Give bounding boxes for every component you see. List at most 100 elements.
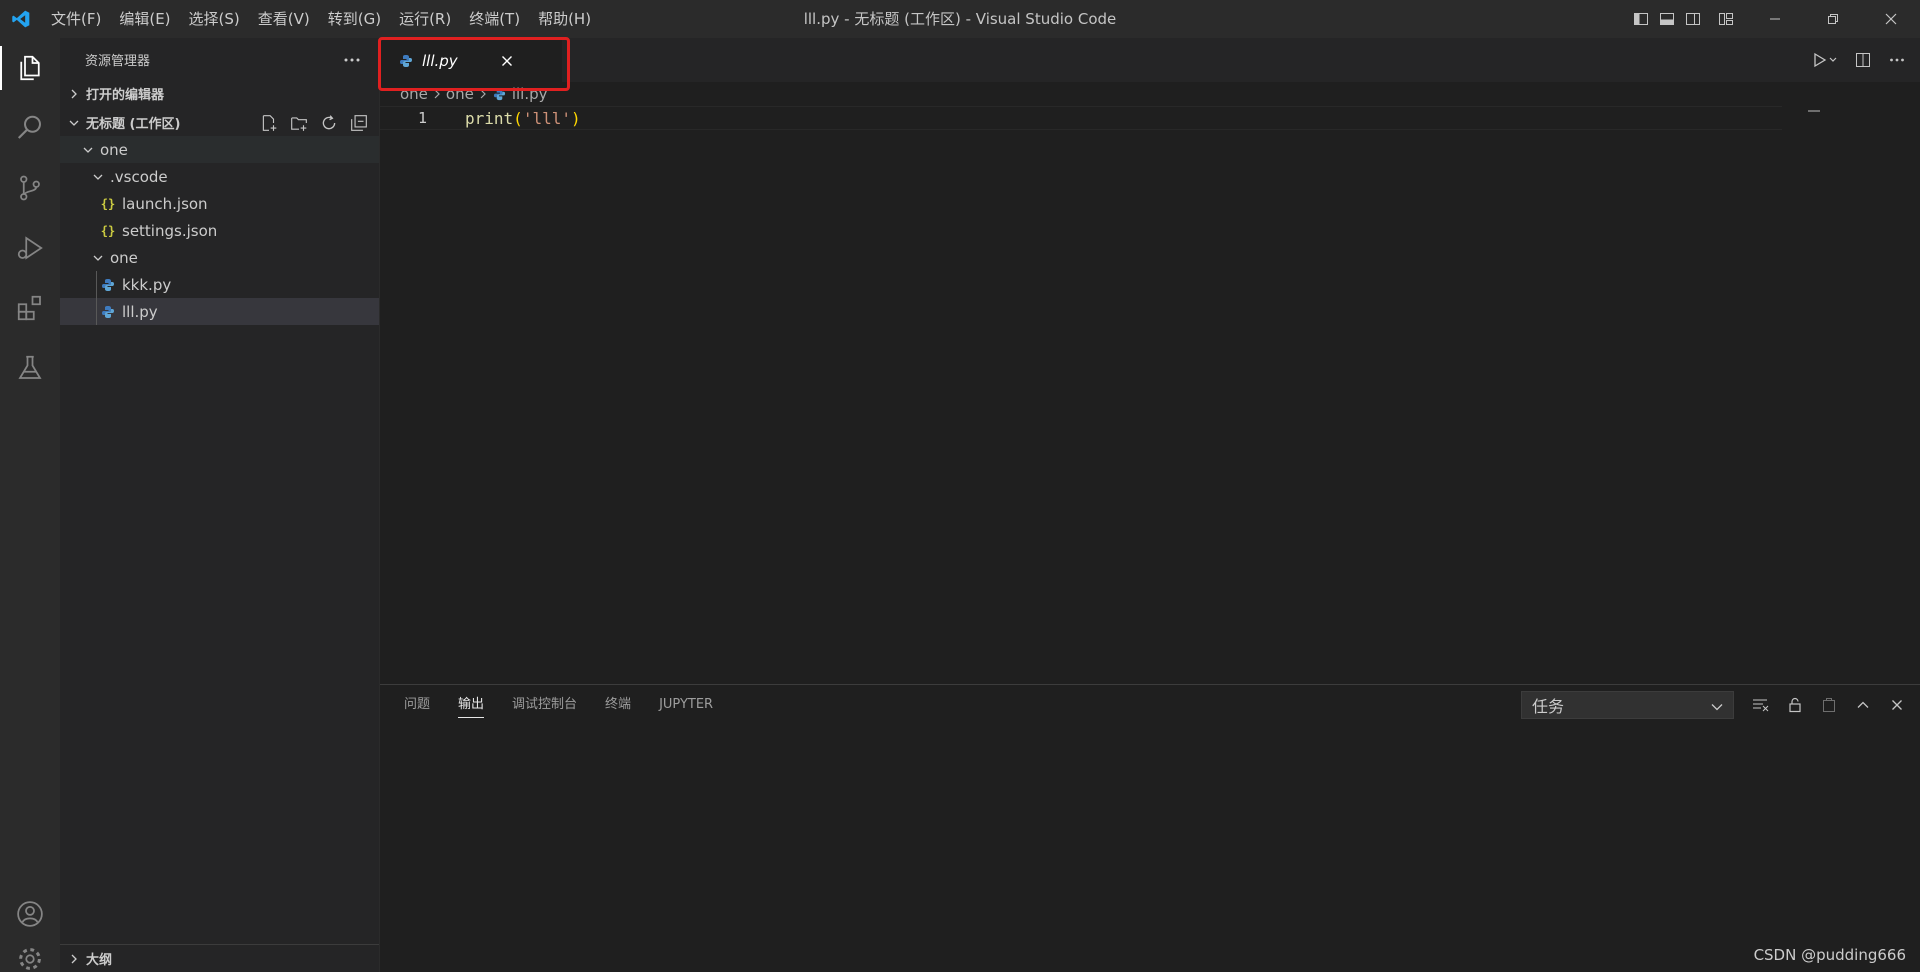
tab-bar: lll.py xyxy=(378,37,1920,91)
run-python-icon[interactable] xyxy=(1808,47,1842,73)
menu-terminal[interactable]: 终端(T) xyxy=(460,0,529,38)
tree-label: one xyxy=(100,140,128,159)
panel-actions: 任务 xyxy=(1521,691,1910,719)
explorer-sidebar: 资源管理器 打开的编辑器 无标题 (工作区) one .vscode {} la… xyxy=(60,38,380,972)
more-actions-icon[interactable] xyxy=(1884,47,1910,73)
code-editor[interactable]: 1 print('lll') xyxy=(380,106,1920,676)
workspace-section[interactable]: 无标题 (工作区) xyxy=(60,109,379,136)
extensions-icon[interactable] xyxy=(0,278,60,338)
settings-gear-icon[interactable] xyxy=(0,944,60,972)
tab-problems[interactable]: 问题 xyxy=(404,685,430,725)
chevron-right-icon xyxy=(66,86,82,102)
python-file-icon xyxy=(100,304,116,320)
tree-label: lll.py xyxy=(122,302,158,321)
tree-file-lll-py[interactable]: lll.py xyxy=(60,298,379,325)
breadcrumb-item[interactable]: one xyxy=(446,85,474,103)
editor-actions xyxy=(1808,38,1910,82)
tree-label: one xyxy=(110,248,138,267)
code-token-paren: ( xyxy=(513,109,523,128)
title-controls xyxy=(1628,0,1920,38)
tab-label: lll.py xyxy=(422,51,458,70)
chevron-down-icon xyxy=(90,169,106,185)
tree-folder-vscode[interactable]: .vscode xyxy=(60,163,379,190)
outline-section[interactable]: 大纲 xyxy=(60,944,379,972)
refresh-icon[interactable] xyxy=(317,111,341,135)
breadcrumb: one one lll.py xyxy=(380,82,1920,106)
customize-layout-icon[interactable] xyxy=(1706,0,1746,38)
sidebar-title: 资源管理器 xyxy=(85,53,151,69)
menu-bar: 文件(F) 编辑(E) 选择(S) 查看(V) 转到(G) 运行(R) 终端(T… xyxy=(42,0,600,38)
toggle-sidebar-icon[interactable] xyxy=(1628,0,1654,38)
json-file-icon: {} xyxy=(100,223,116,238)
menu-run[interactable]: 运行(R) xyxy=(390,0,460,38)
workspace-actions xyxy=(257,111,379,135)
toggle-panel-icon[interactable] xyxy=(1654,0,1680,38)
minimize-icon[interactable] xyxy=(1746,0,1804,38)
chevron-down-icon xyxy=(90,250,106,266)
open-log-icon[interactable] xyxy=(1816,692,1842,718)
tab-jupyter[interactable]: JUPYTER xyxy=(659,685,713,725)
tab-debug-console[interactable]: 调试控制台 xyxy=(512,685,577,725)
new-file-icon[interactable] xyxy=(257,111,281,135)
close-panel-icon[interactable] xyxy=(1884,692,1910,718)
breadcrumb-item[interactable]: one xyxy=(400,85,428,103)
chevron-down-icon xyxy=(1711,696,1723,715)
menu-go[interactable]: 转到(G) xyxy=(319,0,390,38)
bottom-panel: 问题 输出 调试控制台 终端 JUPYTER 任务 CSDN @pudding6… xyxy=(380,684,1920,972)
breadcrumb-item[interactable]: lll.py xyxy=(512,85,548,103)
explorer-icon[interactable] xyxy=(0,38,60,98)
source-control-icon[interactable] xyxy=(0,158,60,218)
lock-icon[interactable] xyxy=(1782,692,1808,718)
search-icon[interactable] xyxy=(0,98,60,158)
title-bar: 文件(F) 编辑(E) 选择(S) 查看(V) 转到(G) 运行(R) 终端(T… xyxy=(0,0,1920,38)
new-folder-icon[interactable] xyxy=(287,111,311,135)
tree-file-settings-json[interactable]: {} settings.json xyxy=(60,217,379,244)
run-debug-icon[interactable] xyxy=(0,218,60,278)
tree-folder-one-sub[interactable]: one xyxy=(60,244,379,271)
menu-view[interactable]: 查看(V) xyxy=(249,0,319,38)
restore-icon[interactable] xyxy=(1804,0,1862,38)
tree-label: .vscode xyxy=(110,167,168,186)
toggle-secondary-sidebar-icon[interactable] xyxy=(1680,0,1706,38)
outline-label: 大纲 xyxy=(86,953,113,968)
menu-selection[interactable]: 选择(S) xyxy=(180,0,249,38)
chevron-right-icon xyxy=(433,89,441,99)
chevron-down-icon xyxy=(66,115,82,131)
tree-label: settings.json xyxy=(122,221,218,240)
editor-group: lll.py one one lll.py 1 print('lll') xyxy=(378,37,1920,684)
menu-file[interactable]: 文件(F) xyxy=(42,0,110,38)
chevron-right-icon xyxy=(66,951,82,967)
maximize-panel-icon[interactable] xyxy=(1850,692,1876,718)
menu-edit[interactable]: 编辑(E) xyxy=(110,0,179,38)
vscode-logo-icon xyxy=(0,0,42,38)
clear-output-icon[interactable] xyxy=(1748,692,1774,718)
tab-lll-py[interactable]: lll.py xyxy=(378,37,570,91)
tree-folder-one[interactable]: one xyxy=(60,136,379,163)
tab-output[interactable]: 输出 xyxy=(458,685,485,725)
tree-file-launch-json[interactable]: {} launch.json xyxy=(60,190,379,217)
python-file-icon xyxy=(100,277,116,293)
account-icon[interactable] xyxy=(0,884,60,944)
tab-terminal[interactable]: 终端 xyxy=(605,685,631,725)
close-icon[interactable] xyxy=(496,50,518,72)
code-token-string: 'lll' xyxy=(522,109,571,128)
current-line: 1 print('lll') xyxy=(380,106,1782,130)
output-channel-select[interactable]: 任务 xyxy=(1521,691,1734,719)
indent-guide xyxy=(96,298,97,325)
open-editors-section[interactable]: 打开的编辑器 xyxy=(60,80,379,107)
collapse-all-icon[interactable] xyxy=(347,111,371,135)
sidebar-header: 资源管理器 xyxy=(60,38,379,80)
python-file-icon xyxy=(492,86,508,102)
json-file-icon: {} xyxy=(100,196,116,211)
minimap[interactable] xyxy=(1808,110,1820,112)
code-token-function: print xyxy=(465,109,514,128)
code-line[interactable]: print('lll') xyxy=(465,109,581,128)
tree-file-kkk-py[interactable]: kkk.py xyxy=(60,271,379,298)
more-actions-icon[interactable] xyxy=(343,52,361,67)
activity-bar xyxy=(0,38,60,972)
menu-help[interactable]: 帮助(H) xyxy=(529,0,600,38)
select-value: 任务 xyxy=(1532,697,1565,716)
split-editor-icon[interactable] xyxy=(1850,47,1876,73)
testing-icon[interactable] xyxy=(0,338,60,398)
close-window-icon[interactable] xyxy=(1862,0,1920,38)
